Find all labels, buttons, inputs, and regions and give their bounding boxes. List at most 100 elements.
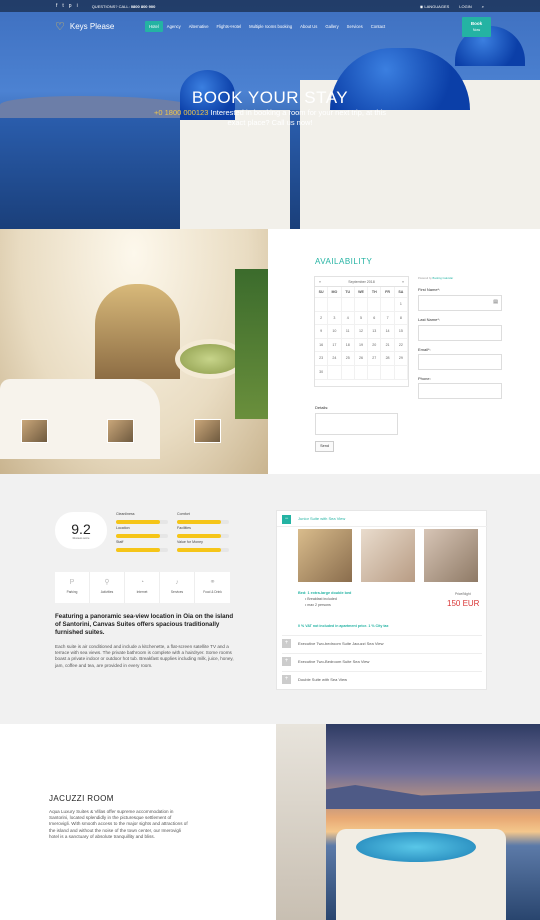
nav-item-agency[interactable]: Agency [163, 21, 185, 32]
last-name-field[interactable] [418, 325, 502, 341]
languages-link[interactable]: ◉ LANGUAGES [420, 4, 450, 9]
parking-icon: P [69, 579, 75, 586]
calendar-day[interactable]: 27 [368, 352, 382, 366]
social-links: f t p i [56, 3, 78, 9]
calendar-day[interactable]: 7 [381, 311, 395, 326]
calendar-day[interactable]: 12 [354, 325, 369, 339]
instagram-icon[interactable]: i [77, 3, 78, 9]
amenity-label: Activities [100, 590, 114, 594]
twitter-icon[interactable]: t [62, 3, 63, 9]
calendar-day[interactable]: 10 [328, 325, 342, 339]
book-now-button[interactable]: Book Now [462, 17, 491, 37]
languages-label: LANGUAGES [424, 3, 450, 9]
minus-icon[interactable]: − [282, 515, 291, 524]
suite-accordion-item[interactable]: + Executive Two-Bedroom Suite Sea View [282, 653, 482, 669]
amenity-parking: P Parking [55, 572, 90, 603]
calendar-day[interactable]: 28 [381, 352, 395, 366]
calendar-day[interactable]: 14 [381, 325, 395, 339]
phone-number[interactable]: 0800 800 900 [131, 4, 155, 9]
amenity-internet: ◔ Internet [125, 572, 160, 603]
nav-item-services[interactable]: Services [343, 21, 367, 32]
suite-photo[interactable] [424, 529, 478, 582]
calendar-day[interactable]: 17 [328, 338, 342, 353]
email-field[interactable] [418, 354, 502, 370]
details-label: Details: [315, 405, 329, 410]
nav-item-flights-hotel[interactable]: Flights+Hotel [213, 21, 246, 32]
suite-photo[interactable] [361, 529, 415, 582]
suite-feature: • max 2 persons [305, 603, 331, 607]
rating-bar [116, 548, 168, 552]
calendar-day[interactable]: 18 [341, 338, 355, 353]
calendar-day[interactable]: 9 [315, 325, 329, 339]
calendar-day[interactable]: 3 [328, 311, 342, 326]
prev-month-icon[interactable]: « [319, 280, 321, 284]
powered-link[interactable]: Booking Calendar [432, 277, 453, 280]
calendar-day[interactable]: 2 [315, 311, 329, 326]
weekday-label: FR [381, 287, 395, 298]
calendar-day[interactable]: 23 [315, 352, 329, 366]
calendar-day[interactable]: 21 [381, 338, 395, 353]
plus-icon[interactable]: + [282, 675, 291, 684]
calendar-day [368, 298, 382, 312]
hero-subtitle-text: Interested in booking a room for your ne… [210, 108, 387, 127]
email-label: Email*: [418, 347, 431, 352]
nav-item-multiple-rooms[interactable]: Multiple rooms booking [245, 21, 296, 32]
calendar-day[interactable]: 20 [368, 338, 382, 353]
nav-item-alternative[interactable]: Alternative [185, 21, 213, 32]
suite-title: Junior Suite with Sea View [298, 516, 346, 521]
plus-icon[interactable]: + [282, 657, 291, 666]
calendar-day [394, 365, 408, 380]
last-name-label: Last Name*: [418, 317, 441, 322]
suite-accordion-item[interactable]: + Double Suite with Sea View [282, 671, 482, 687]
bike-icon: ⚲ [104, 579, 110, 586]
facebook-icon[interactable]: f [56, 3, 57, 9]
next-month-icon[interactable]: » [402, 280, 404, 284]
logo[interactable]: ♡ Keys Please [55, 20, 145, 33]
calendar-day[interactable]: 19 [354, 338, 369, 353]
pinterest-icon[interactable]: p [69, 3, 72, 9]
calendar-header: « September 2018 » [315, 277, 408, 287]
gallery-thumb[interactable] [107, 419, 134, 443]
send-button[interactable]: Send [315, 441, 334, 452]
gallery-thumb[interactable] [21, 419, 48, 443]
calendar-day[interactable]: 1 [394, 298, 408, 312]
suite-title: Executive Two-bedroom Suite Jacuzzi Sea … [298, 641, 384, 646]
details-textarea[interactable] [315, 413, 398, 435]
nav-item-hotel[interactable]: Hotel [145, 20, 163, 32]
login-link[interactable]: LOGIN [459, 4, 471, 9]
gallery-thumb[interactable] [194, 419, 221, 443]
calendar-day[interactable]: 4 [341, 311, 355, 326]
vat-note: 0 % VAT not included in apartment price.… [298, 624, 389, 628]
calendar-day[interactable]: 25 [341, 352, 355, 366]
calendar-day[interactable]: 16 [315, 338, 329, 353]
powered-by: Powered by Booking Calendar [418, 277, 453, 280]
nav-item-gallery[interactable]: Gallery [321, 21, 342, 32]
wifi-icon: ◔ [139, 579, 145, 586]
suite-accordion-open[interactable]: − Junior Suite with Sea View [277, 511, 488, 527]
calendar-day[interactable]: 6 [368, 311, 382, 326]
calendar-day[interactable]: 24 [328, 352, 342, 366]
nav-item-about[interactable]: About Us [296, 21, 321, 32]
calendar-day[interactable]: 30 [315, 365, 329, 380]
calendar-day[interactable]: 8 [394, 311, 408, 326]
calendar-day [328, 365, 342, 380]
calendar-day[interactable]: 29 [394, 352, 408, 366]
nav-item-contact[interactable]: Contact [367, 21, 389, 32]
search-icon[interactable]: ⌕ [482, 4, 484, 9]
suite-accordion-item[interactable]: + Executive Two-bedroom Suite Jacuzzi Sea… [282, 635, 482, 651]
phone-field[interactable] [418, 383, 502, 399]
calendar-day[interactable]: 11 [341, 325, 355, 339]
hero-phone[interactable]: +0 1800 000123 [154, 108, 208, 117]
availability-section: AVAILABILITY « September 2018 » SU MO TU WE… [268, 229, 540, 474]
calendar-day[interactable]: 22 [394, 338, 408, 353]
calendar-day[interactable]: 13 [368, 325, 382, 339]
calendar-day [328, 298, 342, 312]
first-name-label: First Name*: [418, 287, 441, 292]
first-name-field[interactable]: ▤ [418, 295, 502, 311]
calendar-day[interactable]: 15 [394, 325, 408, 339]
calendar-day[interactable]: 5 [354, 311, 369, 326]
suite-photo[interactable] [298, 529, 352, 582]
plus-icon[interactable]: + [282, 639, 291, 648]
calendar-day[interactable]: 26 [354, 352, 369, 366]
rating-bar-fill [177, 548, 222, 552]
